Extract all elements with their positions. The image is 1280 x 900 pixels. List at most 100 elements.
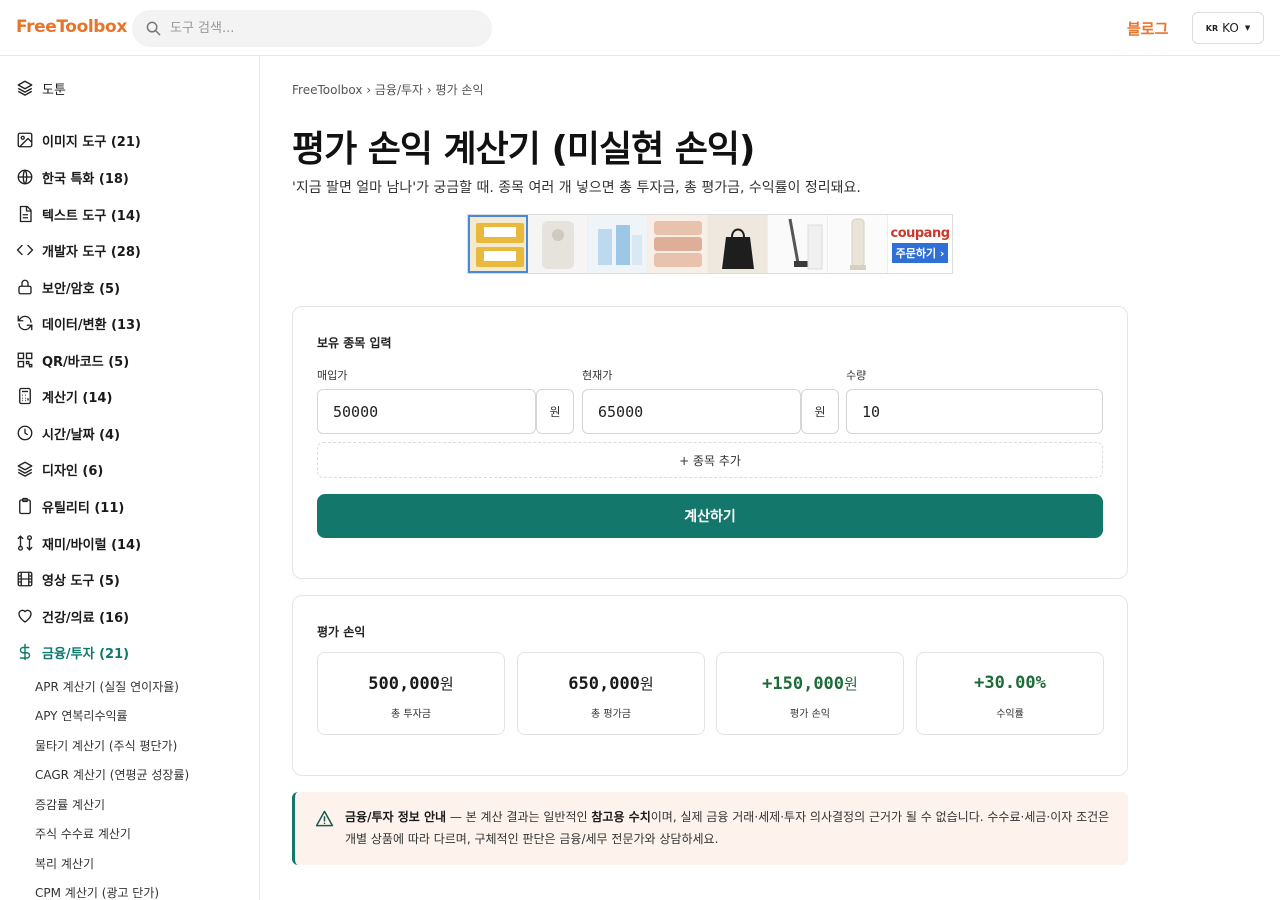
quantity-label: 수량	[846, 369, 867, 382]
language-selector[interactable]: KR KO ▼	[1192, 12, 1264, 44]
top-header: FreeToolbox 블로그 KR KO ▼	[0, 0, 1280, 56]
clipboard-icon	[19, 497, 31, 515]
sidebar-item-label: 데이터/변환 (13)	[42, 317, 142, 333]
sidebar-item-utility[interactable]: 유틸리티 (11)	[16, 494, 124, 518]
ad-product-thumb[interactable]	[528, 215, 588, 273]
stat-total-valuation: 650,000원 총 평가금	[517, 652, 705, 735]
stat-value: +30.00%	[917, 673, 1103, 693]
stat-return-rate: +30.00% 수익률	[916, 652, 1104, 735]
sidebar-item-design[interactable]: 디자인 (6)	[16, 457, 103, 481]
sidebar-subitem[interactable]: 물타기 계산기 (주식 평단가)	[35, 737, 177, 754]
calculate-button[interactable]: 계산하기	[317, 494, 1103, 538]
ad-banner[interactable]: coupang 주문하기 ›	[467, 214, 953, 274]
sidebar-item-label: 이미지 도구 (21)	[42, 134, 141, 150]
product-image-icon	[588, 215, 647, 273]
sidebar-item-time[interactable]: 시간/날짜 (4)	[16, 421, 120, 445]
breadcrumb[interactable]: FreeToolbox › 금융/투자 › 평가 손익	[292, 81, 484, 98]
buy-price-input[interactable]	[317, 389, 536, 434]
sidebar-item-security[interactable]: 보안/암호 (5)	[16, 275, 120, 299]
stat-unit: 원	[639, 675, 654, 693]
page-title: 평가 손익 계산기 (미실현 손익)	[292, 129, 755, 170]
blog-link[interactable]: 블로그	[1127, 18, 1168, 39]
language-label: KO	[1222, 21, 1239, 35]
layers-icon	[17, 461, 33, 477]
search-icon	[146, 21, 161, 36]
sidebar-item-video[interactable]: 영상 도구 (5)	[16, 567, 120, 591]
ad-product-thumb[interactable]	[648, 215, 708, 273]
sidebar-subitem[interactable]: 주식 수수료 계산기	[35, 825, 131, 842]
sidebar-item-fun[interactable]: 재미/바이럴 (14)	[16, 531, 141, 555]
order-button[interactable]: 주문하기 ›	[891, 242, 949, 263]
refresh-icon	[17, 315, 33, 331]
coupang-order-area[interactable]: coupang 주문하기 ›	[888, 215, 952, 273]
music-icon	[17, 535, 33, 551]
search-bar[interactable]	[132, 10, 492, 47]
sidebar-subitem[interactable]: APY 연복리수익률	[35, 707, 128, 724]
stat-number: 500,000	[368, 674, 440, 694]
sidebar-item-text[interactable]: 텍스트 도구 (14)	[16, 202, 141, 226]
sidebar-item-label: 디자인 (6)	[42, 463, 104, 479]
sidebar-item-developer[interactable]: 개발자 도구 (28)	[16, 238, 141, 262]
current-price-label: 현재가	[582, 369, 613, 382]
ad-product-thumb[interactable]	[708, 215, 768, 273]
quantity-input[interactable]	[846, 389, 1103, 434]
notice-title: 금융/투자 정보 안내	[345, 810, 447, 824]
sidebar-subitem[interactable]: 복리 계산기	[35, 855, 94, 872]
stat-label: 총 투자금	[391, 709, 431, 720]
notice-text: 금융/투자 정보 안내 — 본 계산 결과는 일반적인 참고용 수치이며, 실제…	[345, 806, 1115, 850]
sidebar-item-label: 도툰	[42, 82, 66, 98]
stat-value: +150,000원	[717, 673, 903, 694]
search-input[interactable]	[170, 10, 470, 47]
page-subtitle: '지금 팔면 얼마 남나'가 궁금할 때. 종목 여러 개 넣으면 총 투자금,…	[292, 180, 861, 196]
caret-down-icon: ▼	[1244, 24, 1251, 32]
sidebar-item-qr[interactable]: QR/바코드 (5)	[16, 348, 129, 372]
stat-label: 수익률	[996, 709, 1024, 720]
sidebar: 도툰 이미지 도구 (21) 한국 특화 (18) 텍스트 도구 (14) 개발…	[0, 56, 260, 900]
warning-icon	[315, 810, 334, 827]
sidebar-item-data[interactable]: 데이터/변환 (13)	[16, 311, 141, 335]
current-price-input[interactable]	[582, 389, 801, 434]
stat-number: +150,000	[762, 674, 845, 694]
sidebar-item-health[interactable]: 건강/의료 (16)	[16, 604, 129, 628]
document-icon	[19, 205, 32, 223]
stat-number: +30.00%	[974, 673, 1046, 693]
stat-label: 총 평가금	[591, 709, 631, 720]
product-image-icon	[470, 217, 526, 271]
sidebar-item-calculator[interactable]: 계산기 (14)	[16, 384, 112, 408]
result-card-title: 평가 손익	[317, 625, 366, 639]
ad-product-thumb[interactable]	[768, 215, 828, 273]
stat-unit: 원	[844, 675, 858, 693]
sidebar-item-korea[interactable]: 한국 특화 (18)	[16, 165, 129, 189]
input-card-title: 보유 종목 입력	[317, 336, 392, 350]
qr-icon	[17, 352, 33, 368]
notice-body-1: — 본 계산 결과는 일반적인	[446, 810, 592, 824]
notice-emphasis: 참고용 수치	[591, 810, 651, 824]
sidebar-item-finance[interactable]: 금융/투자 (21)	[16, 640, 129, 664]
sidebar-item-label: 개발자 도구 (28)	[42, 244, 141, 260]
site-logo[interactable]: FreeToolbox	[16, 17, 127, 37]
sidebar-item-image[interactable]: 이미지 도구 (21)	[16, 128, 141, 152]
add-holding-button[interactable]: + 종목 추가	[317, 442, 1103, 478]
ad-product-thumb[interactable]	[828, 215, 888, 273]
ad-product-thumb[interactable]	[588, 215, 648, 273]
sidebar-item-label: 한국 특화 (18)	[42, 171, 129, 187]
sidebar-subitem[interactable]: 증감률 계산기	[35, 796, 105, 813]
sidebar-item-label: QR/바코드 (5)	[42, 354, 130, 370]
sidebar-item-label: 시간/날짜 (4)	[42, 427, 121, 443]
product-image-icon	[648, 215, 707, 273]
coupang-logo: coupang	[890, 225, 950, 241]
input-card: 보유 종목 입력 매입가 원 현재가 원 수량 + 종목 추가 계산하기	[292, 306, 1128, 579]
current-price-unit: 원	[801, 389, 839, 434]
clock-icon	[17, 425, 33, 441]
sidebar-subitem[interactable]: CAGR 계산기 (연평균 성장률)	[35, 766, 189, 783]
ad-product-thumb[interactable]	[468, 215, 528, 273]
stat-unit: 원	[439, 675, 454, 693]
sidebar-subitem[interactable]: CPM 계산기 (광고 단가)	[35, 884, 159, 900]
code-icon	[16, 244, 34, 256]
buy-price-unit: 원	[536, 389, 574, 434]
sidebar-subitem[interactable]: APR 계산기 (실질 연이자율)	[35, 678, 179, 695]
stat-value: 650,000원	[518, 673, 704, 694]
buy-price-label: 매입가	[317, 369, 348, 382]
product-image-icon	[528, 215, 587, 273]
sidebar-item-home[interactable]: 도툰	[16, 76, 66, 100]
